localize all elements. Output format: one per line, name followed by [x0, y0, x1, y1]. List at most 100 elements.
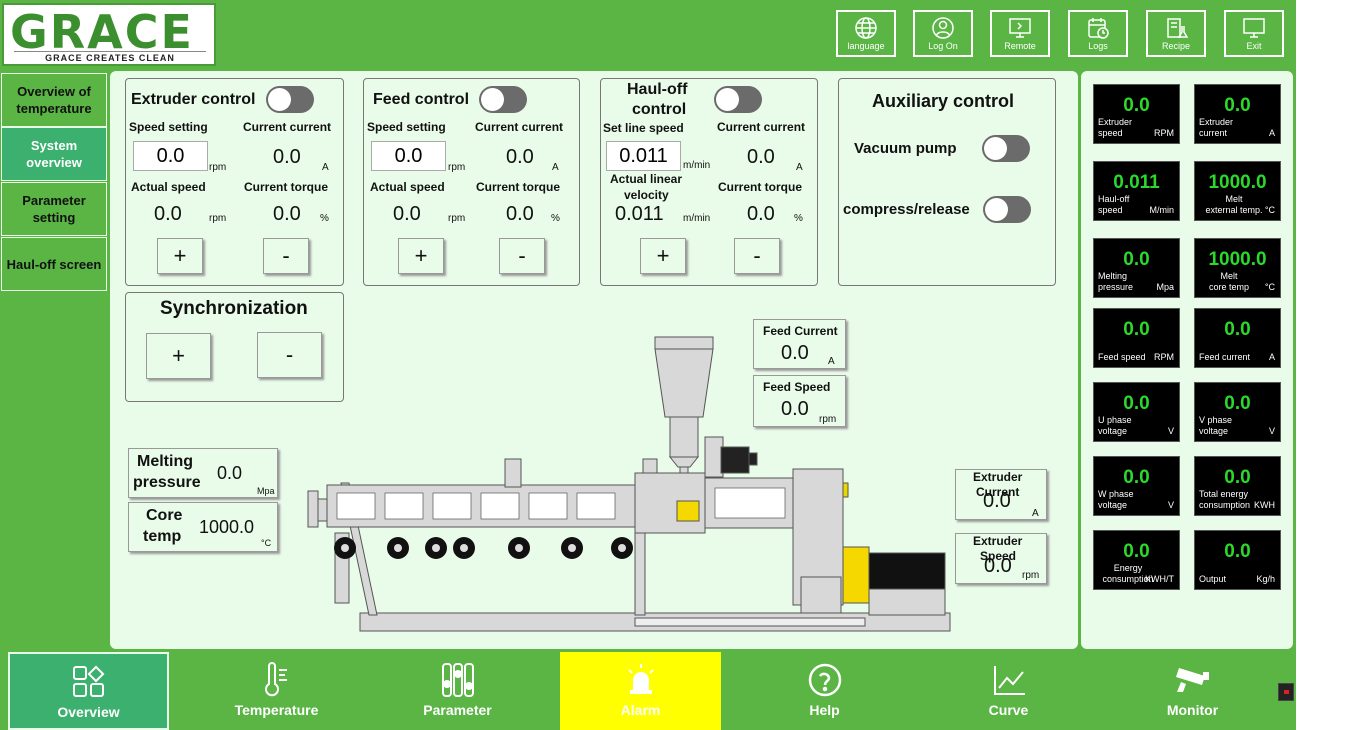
status-indicator [1278, 683, 1294, 701]
vacuum-pump-toggle[interactable] [982, 135, 1030, 162]
monitor-label: U phase voltage [1098, 415, 1132, 436]
extruder-control-title: Extruder control [131, 91, 256, 108]
logs-label: Logs [1088, 41, 1108, 51]
hauloff-plus-button[interactable]: + [640, 238, 686, 274]
feed-speed-input[interactable]: 0.0 [371, 141, 446, 171]
hauloff-line-speed-input[interactable]: 0.011 [606, 141, 681, 171]
extruder-speed-box: Extruder Speed 0.0 rpm [955, 533, 1047, 584]
nav-curve[interactable]: Curve [928, 652, 1089, 730]
monitor-label: Haul-off speed [1098, 194, 1130, 215]
sidebar-item-system-overview[interactable]: System overview [1, 127, 107, 181]
extruder-current-box-unit: A [1032, 508, 1039, 519]
feed-control-title: Feed control [373, 91, 470, 108]
nav-alarm[interactable]: Alarm [560, 652, 721, 730]
nav-overview-label: Overview [57, 704, 120, 720]
nav-overview[interactable]: Overview [8, 652, 169, 730]
monitor-unit: KWH [1254, 500, 1275, 510]
exit-label: Exit [1246, 41, 1262, 51]
feed-control-panel: Feed control Speed setting Current curre… [363, 78, 580, 286]
feed-current-value: 0.0 [506, 146, 534, 168]
monitor-unit: M/min [1149, 205, 1175, 215]
monitor-label: Feed current [1199, 352, 1251, 362]
monitor-unit: Kg/h [1256, 574, 1275, 584]
feed-minus-button[interactable]: - [499, 238, 545, 274]
monitor-value: 0.0 [1224, 95, 1251, 116]
synchronization-title: Synchronization [160, 298, 308, 319]
melting-pressure-box: Melting pressure 0.0 Mpa [128, 448, 278, 498]
nav-monitor[interactable]: Monitor [1112, 652, 1273, 730]
extruder-actual-speed-unit: rpm [209, 213, 227, 224]
melting-pressure-value: 0.0 [217, 463, 243, 483]
extruder-speed-box-label1: Extruder [973, 534, 1023, 548]
nav-parameter[interactable]: Parameter [377, 652, 538, 730]
extruder-current-value: 0.0 [273, 146, 301, 168]
extruder-speed-box-value: 0.0 [984, 555, 1012, 577]
feed-plus-button[interactable]: + [398, 238, 444, 274]
extruder-minus-button[interactable]: - [263, 238, 309, 274]
thermometer-icon [264, 662, 287, 697]
hauloff-toggle[interactable] [714, 86, 762, 113]
extruder-current-label: Current current [243, 120, 332, 134]
monitor-value: 0.0 [1123, 393, 1150, 414]
nav-help[interactable]: Help [744, 652, 905, 730]
monitor-label: Melt core temp [1208, 271, 1250, 292]
nav-parameter-label: Parameter [423, 702, 492, 718]
monitor-label: Total energy consumption [1199, 489, 1251, 510]
nav-temperature[interactable]: Temperature [196, 652, 357, 730]
hauloff-current-label: Current current [717, 120, 806, 134]
vacuum-pump-label: Vacuum pump [854, 140, 957, 157]
hauloff-minus-button[interactable]: - [734, 238, 780, 274]
monitor-value: 0.011 [1113, 172, 1160, 193]
monitor-total-energy: 0.0 Total energy consumption KWH [1194, 456, 1281, 516]
melting-pressure-unit: Mpa [257, 486, 275, 496]
nav-temperature-label: Temperature [234, 702, 319, 718]
hauloff-current-value: 0.0 [747, 146, 775, 168]
extruder-machine-illustration [307, 336, 951, 632]
status-dot [1284, 690, 1289, 694]
language-button[interactable]: language [836, 10, 896, 57]
recipe-icon [1167, 18, 1188, 38]
sync-plus-button[interactable]: + [146, 333, 211, 379]
monitor-unit: °C [1264, 282, 1275, 292]
monitor-label: W phase voltage [1098, 489, 1134, 510]
feed-toggle[interactable] [479, 86, 527, 113]
hauloff-line-speed-label: Set line speed [603, 121, 684, 135]
hauloff-control-panel: Haul-off control Set line speed Current … [600, 78, 818, 286]
nav-monitor-label: Monitor [1166, 702, 1219, 718]
feed-actual-speed-value: 0.0 [393, 203, 421, 225]
chart-icon [993, 666, 1025, 695]
recipe-button[interactable]: Recipe [1146, 10, 1206, 57]
monitor-label: Melt external temp. [1205, 194, 1263, 215]
compress-release-toggle[interactable] [983, 196, 1031, 223]
core-temp-label-line2: temp [143, 528, 182, 545]
sidebar-item-hauloff-screen[interactable]: Haul-off screen [1, 237, 107, 291]
monitor-melting-pressure: 0.0 Melting pressure Mpa [1093, 238, 1180, 298]
remote-icon [1009, 18, 1031, 38]
monitor-value: 1000.0 [1208, 249, 1267, 270]
monitor-value: 1000.0 [1208, 172, 1267, 193]
monitor-extruder-current: 0.0 Extruder current A [1194, 84, 1281, 144]
extruder-torque-unit: % [320, 213, 329, 224]
logs-button[interactable]: Logs [1068, 10, 1128, 57]
logon-button[interactable]: Log On [913, 10, 973, 57]
extruder-torque-label: Current torque [244, 180, 328, 194]
extruder-actual-speed-label: Actual speed [131, 180, 206, 194]
hauloff-torque-value: 0.0 [747, 203, 775, 225]
monitor-label: Melting pressure [1098, 271, 1134, 292]
melting-pressure-label-line1: Melting [137, 453, 193, 470]
sidebar-item-temperature-overview[interactable]: Overview of temperature [1, 73, 107, 127]
sidebar-item-parameter-setting[interactable]: Parameter setting [1, 182, 107, 236]
monitor-w-phase-voltage: 0.0 W phase voltage V [1093, 456, 1180, 516]
extruder-toggle[interactable] [266, 86, 314, 113]
remote-button[interactable]: Remote [990, 10, 1050, 57]
feed-torque-label: Current torque [476, 180, 560, 194]
extruder-plus-button[interactable]: + [157, 238, 203, 274]
extruder-speed-input[interactable]: 0.0 [133, 141, 208, 171]
exit-button[interactable]: Exit [1224, 10, 1284, 57]
main-panel: Extruder control Speed setting Current c… [110, 71, 1078, 649]
feed-actual-speed-unit: rpm [448, 213, 466, 224]
monitor-value: 0.0 [1123, 541, 1150, 562]
monitor-label: Output [1199, 574, 1227, 584]
monitor-value: 0.0 [1224, 541, 1251, 562]
hauloff-torque-label: Current torque [718, 180, 802, 194]
